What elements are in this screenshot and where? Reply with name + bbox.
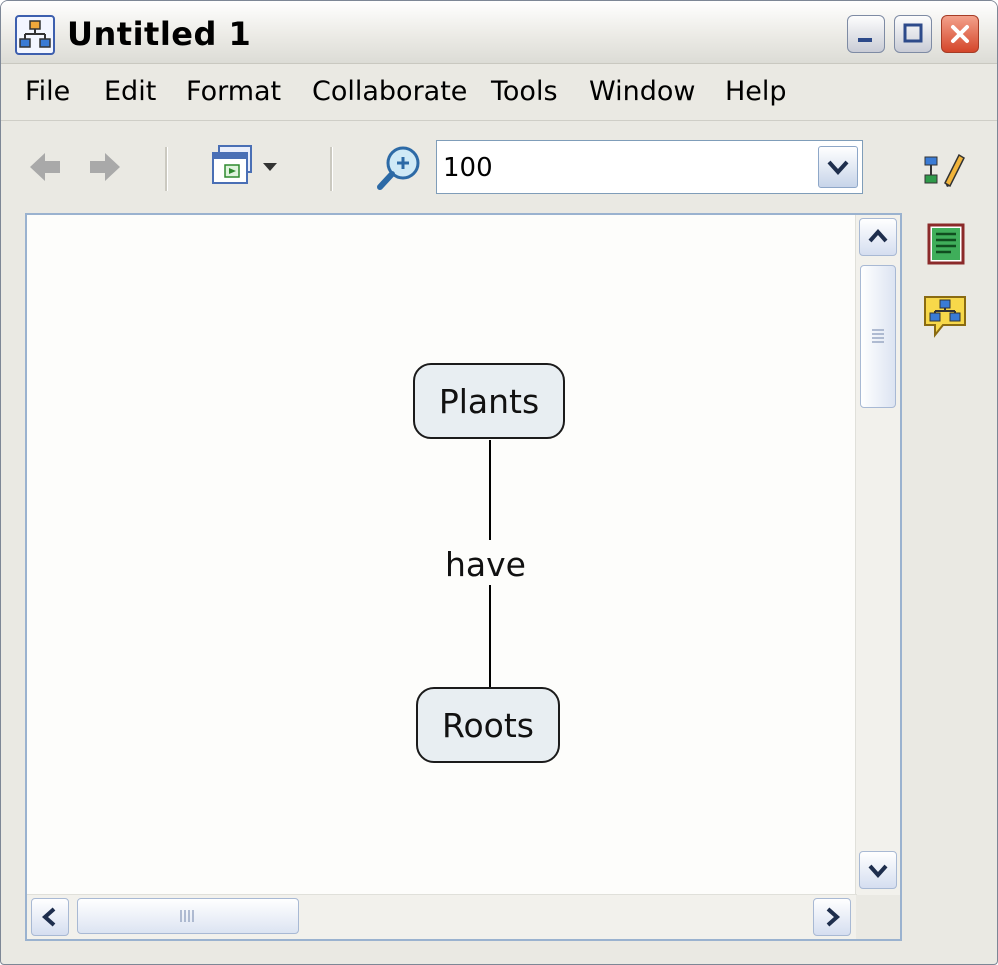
scroll-right-button[interactable] xyxy=(813,898,851,936)
right-sidebar xyxy=(905,141,995,361)
toolbar-separator xyxy=(330,147,333,191)
zoom-value[interactable]: 100 xyxy=(443,153,493,183)
toolbar: 100 xyxy=(1,121,997,213)
menu-tools[interactable]: Tools xyxy=(491,76,558,107)
horizontal-scrollbar[interactable] xyxy=(27,894,857,939)
menu-bar: File Edit Format Collaborate Tools Windo… xyxy=(1,64,997,121)
document-list-icon[interactable] xyxy=(923,221,969,271)
view-dropdown-icon[interactable] xyxy=(211,143,291,197)
forward-arrow-icon[interactable] xyxy=(87,149,123,189)
close-button[interactable] xyxy=(941,15,979,53)
canvas-frame: Plants have Roots xyxy=(25,213,902,941)
scroll-left-button[interactable] xyxy=(31,898,69,936)
horizontal-scroll-thumb[interactable] xyxy=(77,898,299,934)
link-line-lower xyxy=(489,585,491,687)
scroll-down-button[interactable] xyxy=(859,851,897,889)
menu-file[interactable]: File xyxy=(25,76,70,107)
maximize-button[interactable] xyxy=(894,15,932,53)
menu-edit[interactable]: Edit xyxy=(104,76,156,107)
concept-map-canvas[interactable]: Plants have Roots xyxy=(27,215,857,895)
vertical-scrollbar[interactable] xyxy=(855,215,900,895)
map-discussion-icon[interactable] xyxy=(921,291,969,343)
concept-map-edit-icon[interactable] xyxy=(921,147,967,197)
zoom-dropdown-button[interactable] xyxy=(818,146,858,188)
link-line-upper xyxy=(489,440,491,540)
title-bar[interactable]: Untitled 1 xyxy=(1,1,997,64)
concept-node-plants[interactable]: Plants xyxy=(413,363,565,439)
zoom-icon[interactable] xyxy=(375,143,427,199)
window-title: Untitled 1 xyxy=(67,15,252,53)
zoom-combobox[interactable]: 100 xyxy=(436,140,863,194)
back-arrow-icon[interactable] xyxy=(27,149,63,189)
concept-map-app-icon[interactable] xyxy=(15,15,55,55)
linking-phrase[interactable]: have xyxy=(445,545,526,584)
menu-collaborate[interactable]: Collaborate xyxy=(312,76,467,107)
menu-format[interactable]: Format xyxy=(186,76,281,107)
menu-window[interactable]: Window xyxy=(589,76,695,107)
concept-node-roots[interactable]: Roots xyxy=(416,687,560,763)
scroll-up-button[interactable] xyxy=(859,218,897,256)
scrollbar-corner xyxy=(856,895,900,939)
vertical-scroll-thumb[interactable] xyxy=(860,265,896,408)
minimize-button[interactable] xyxy=(847,15,885,53)
toolbar-separator xyxy=(165,147,168,191)
menu-help[interactable]: Help xyxy=(725,76,787,107)
application-window: Untitled 1 File Edit Format Collaborate … xyxy=(0,0,998,965)
